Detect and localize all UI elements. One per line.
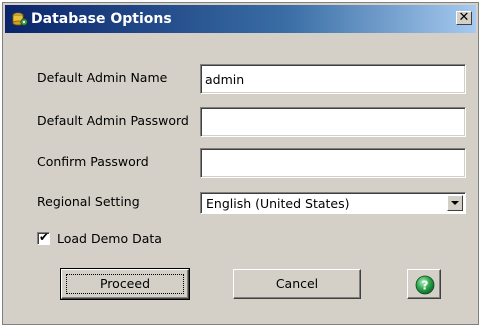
title-bar[interactable]: Database Options ✕	[5, 5, 476, 33]
checkmark-icon: ✔	[39, 230, 50, 244]
chevron-down-icon[interactable]	[447, 195, 463, 211]
regional-setting-label: Regional Setting	[37, 194, 140, 209]
admin-password-input[interactable]	[200, 107, 466, 137]
help-icon: ?	[415, 275, 435, 295]
cancel-label: Cancel	[275, 276, 319, 291]
database-options-dialog: Database Options ✕ Default Admin Name De…	[2, 2, 479, 325]
window-title: Database Options	[31, 11, 172, 27]
database-gear-icon	[12, 11, 28, 27]
help-button[interactable]: ?	[407, 269, 441, 299]
regional-setting-value: English (United States)	[206, 196, 350, 211]
proceed-label: Proceed	[99, 276, 151, 291]
cancel-button[interactable]: Cancel	[233, 269, 361, 299]
close-icon: ✕	[458, 10, 470, 25]
regional-setting-select[interactable]: English (United States)	[200, 192, 466, 214]
admin-name-label: Default Admin Name	[37, 70, 168, 85]
load-demo-checkbox[interactable]: ✔	[37, 230, 50, 245]
proceed-button[interactable]: Proceed	[60, 268, 190, 300]
confirm-password-label: Confirm Password	[37, 154, 149, 169]
confirm-password-input[interactable]	[200, 148, 466, 178]
admin-password-label: Default Admin Password	[37, 113, 189, 128]
svg-text:?: ?	[422, 279, 429, 293]
close-button[interactable]: ✕	[456, 10, 472, 25]
load-demo-label[interactable]: Load Demo Data	[57, 231, 162, 246]
admin-name-input[interactable]	[200, 64, 466, 94]
